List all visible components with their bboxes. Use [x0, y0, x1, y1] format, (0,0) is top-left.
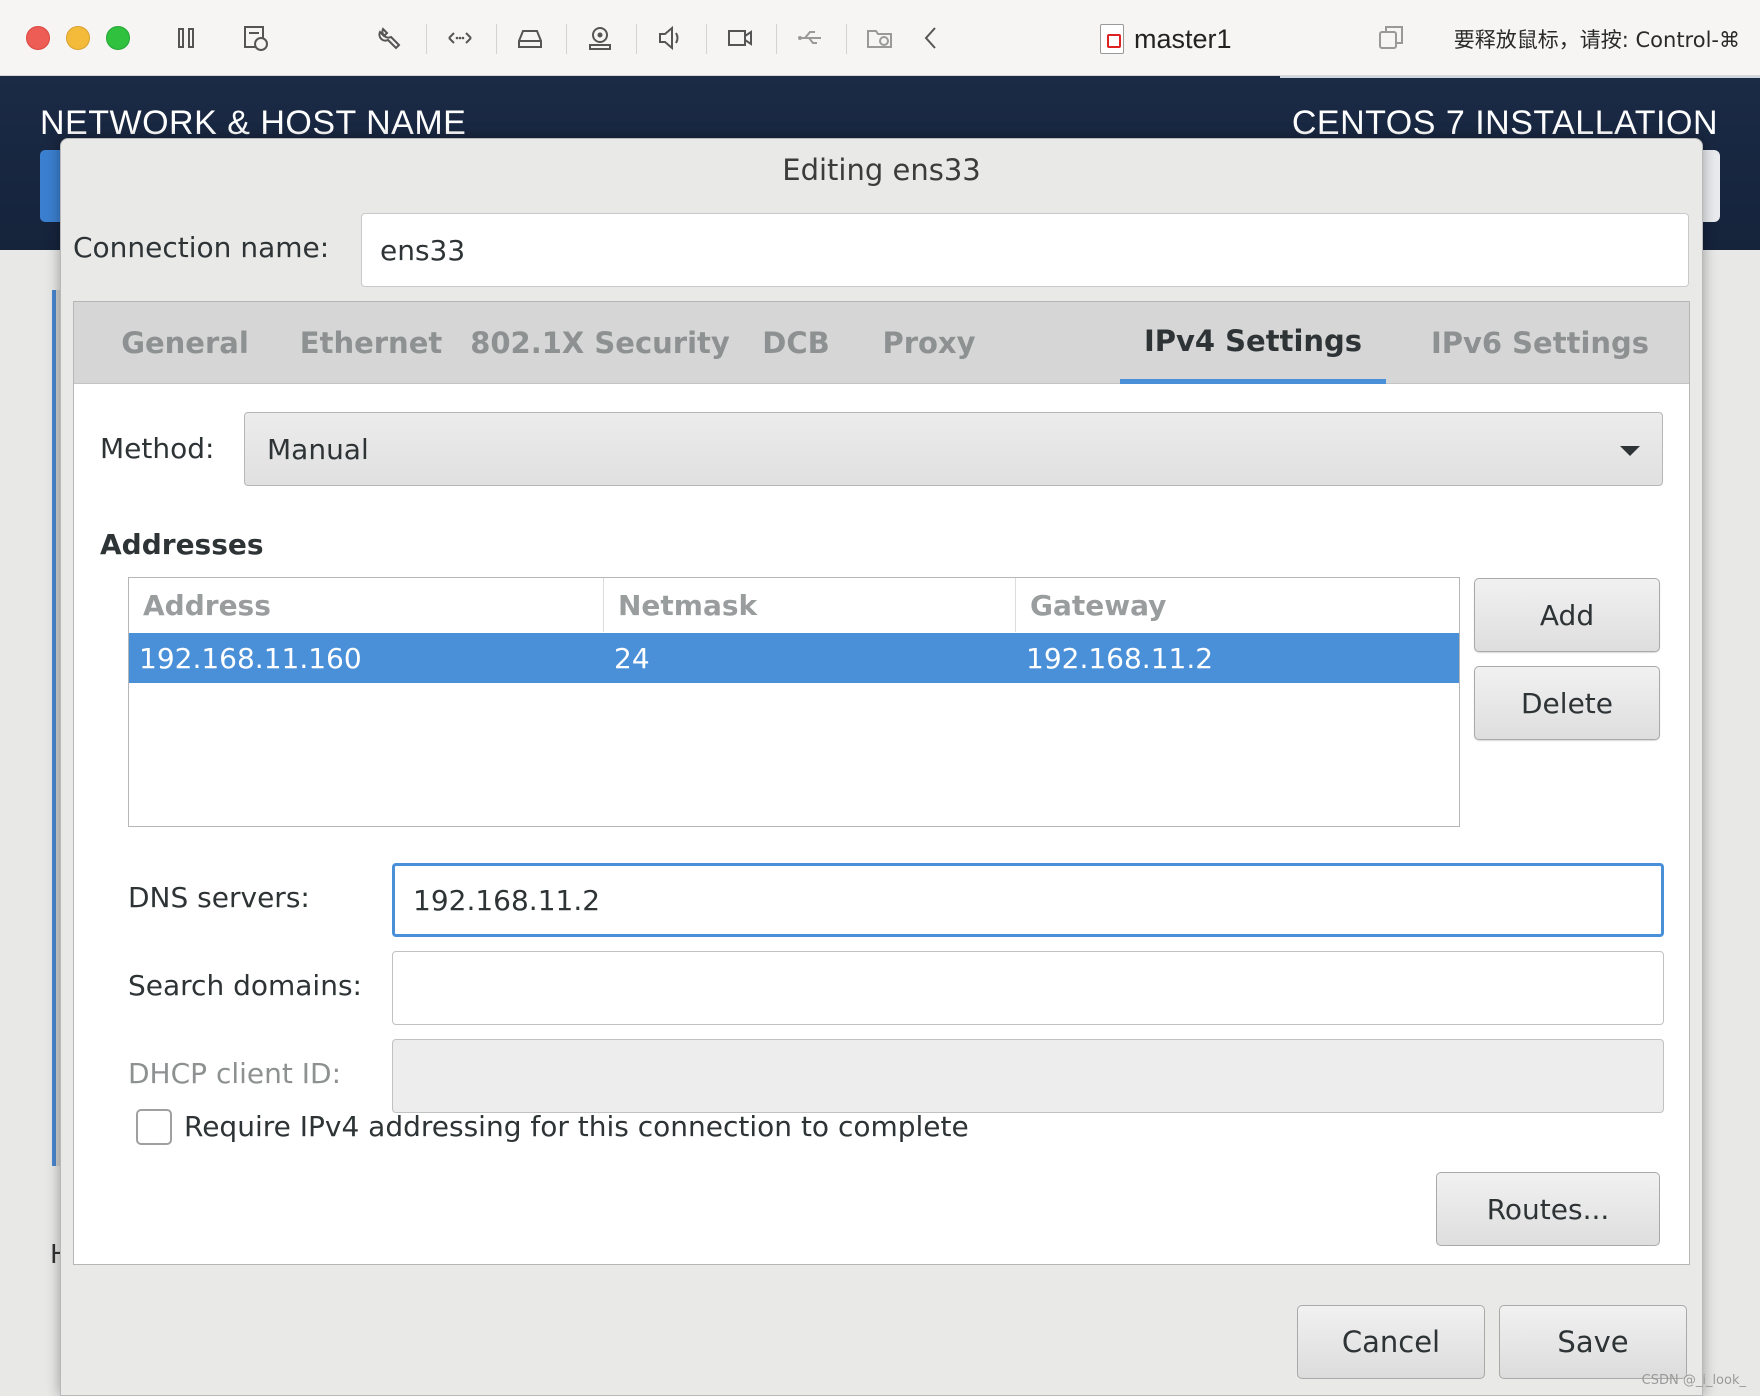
column-header-address[interactable]: Address: [129, 578, 604, 632]
minimize-window-button[interactable]: [66, 26, 90, 50]
add-address-button[interactable]: Add: [1474, 578, 1660, 652]
usb-icon[interactable]: [792, 20, 828, 56]
tab-ipv4-settings[interactable]: IPv4 Settings: [1120, 302, 1386, 384]
tab-ethernet[interactable]: Ethernet: [278, 302, 464, 384]
require-ipv4-label[interactable]: Require IPv4 addressing for this connect…: [184, 1110, 969, 1143]
connection-name-input[interactable]: ens33: [361, 213, 1689, 287]
shared-folder-icon[interactable]: [862, 20, 898, 56]
close-window-button[interactable]: [26, 26, 50, 50]
settings-notebook: General Ethernet 802.1X Security DCB Pro…: [73, 301, 1690, 1265]
tab-ipv6-settings[interactable]: IPv6 Settings: [1404, 302, 1676, 384]
watermark: CSDN @_i_look_: [1641, 1373, 1746, 1388]
table-row[interactable]: 192.168.11.160 24 192.168.11.2: [129, 633, 1459, 683]
vm-document-icon: [1100, 24, 1124, 54]
addresses-heading: Addresses: [100, 528, 264, 561]
network-arrows-icon[interactable]: [442, 20, 478, 56]
dns-servers-label: DNS servers:: [128, 881, 310, 914]
tab-proxy[interactable]: Proxy: [856, 302, 1002, 384]
cell-netmask[interactable]: 24: [604, 633, 1016, 683]
dialog-title: Editing ens33: [782, 153, 981, 187]
addresses-table[interactable]: Address Netmask Gateway 192.168.11.160 2…: [128, 577, 1460, 827]
restore-window-icon[interactable]: [1378, 24, 1404, 52]
delete-address-button[interactable]: Delete: [1474, 666, 1660, 740]
edit-connection-dialog: Editing ens33 Connection name: ens33 Gen…: [60, 138, 1703, 1396]
cell-gateway[interactable]: 192.168.11.2: [1016, 633, 1461, 683]
connection-name-label: Connection name:: [73, 231, 330, 264]
method-value: Manual: [267, 432, 369, 466]
require-ipv4-checkbox[interactable]: [136, 1109, 172, 1145]
column-header-gateway[interactable]: Gateway: [1016, 578, 1461, 632]
tab-bar: General Ethernet 802.1X Security DCB Pro…: [74, 302, 1689, 384]
speaker-icon[interactable]: [652, 20, 688, 56]
tab-general[interactable]: General: [92, 302, 278, 384]
tab-dcb[interactable]: DCB: [736, 302, 856, 384]
vm-title-text: master1: [1134, 23, 1232, 54]
snapshot-icon[interactable]: [238, 20, 274, 56]
dhcp-client-id-label: DHCP client ID:: [128, 1057, 342, 1090]
dns-servers-input[interactable]: 192.168.11.2: [392, 863, 1664, 937]
search-domains-label: Search domains:: [128, 969, 362, 1002]
wrench-icon[interactable]: [372, 20, 408, 56]
routes-button[interactable]: Routes...: [1436, 1172, 1660, 1246]
search-domains-input[interactable]: [392, 951, 1664, 1025]
vm-title: master1: [1100, 20, 1232, 58]
dhcp-client-id-input: [392, 1039, 1664, 1113]
zoom-window-button[interactable]: [106, 26, 130, 50]
hard-disk-icon[interactable]: [512, 20, 548, 56]
window-toolbar: master1 要释放鼠标，请按: Control-⌘: [0, 0, 1760, 76]
video-camera-icon[interactable]: [722, 20, 758, 56]
cell-address[interactable]: 192.168.11.160: [129, 633, 604, 683]
save-button[interactable]: Save: [1499, 1305, 1687, 1379]
method-dropdown[interactable]: Manual: [244, 412, 1663, 486]
camera-icon[interactable]: [582, 20, 618, 56]
method-label: Method:: [100, 432, 215, 465]
tab-8021x-security[interactable]: 802.1X Security: [464, 302, 736, 384]
cancel-button[interactable]: Cancel: [1297, 1305, 1485, 1379]
chevron-left-icon[interactable]: [914, 20, 950, 56]
pause-icon[interactable]: [168, 20, 204, 56]
column-header-netmask[interactable]: Netmask: [604, 578, 1016, 632]
dropdown-arrow-icon: [1620, 446, 1640, 456]
release-mouse-hint: 要释放鼠标，请按: Control-⌘: [1453, 28, 1740, 52]
